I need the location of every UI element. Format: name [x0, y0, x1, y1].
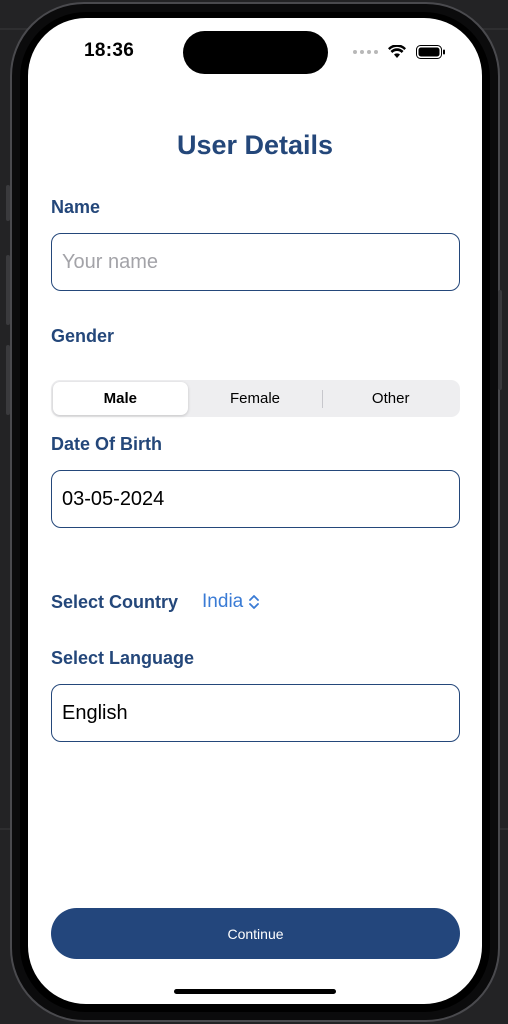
- status-bar: 18:36: [28, 18, 482, 82]
- page-title: User Details: [176, 130, 334, 160]
- cellular-signal-icon: [353, 50, 378, 54]
- status-icons: [353, 44, 446, 60]
- dynamic-island: [183, 31, 328, 74]
- volume-down-button: [6, 345, 10, 415]
- continue-button[interactable]: Continue: [51, 908, 460, 959]
- mute-switch: [6, 185, 10, 221]
- name-label: Name: [51, 197, 101, 217]
- chevron-up-down-icon: [249, 595, 260, 609]
- name-input[interactable]: [51, 233, 460, 291]
- home-indicator: [174, 989, 336, 994]
- dob-field[interactable]: [51, 470, 460, 528]
- country-picker[interactable]: India: [202, 591, 260, 613]
- gender-segmented-control: Male Female Other: [51, 380, 460, 417]
- language-label: Select Language: [51, 648, 195, 668]
- language-field[interactable]: [51, 684, 460, 742]
- gender-option-male[interactable]: Male: [53, 382, 188, 415]
- gender-option-female[interactable]: Female: [188, 382, 323, 415]
- gender-label: Gender: [51, 326, 115, 346]
- wifi-icon: [388, 45, 406, 58]
- dob-label: Date Of Birth: [51, 434, 163, 454]
- country-label: Select Country: [51, 591, 179, 612]
- country-row: Select Country India: [51, 590, 260, 614]
- gender-option-other[interactable]: Other: [323, 382, 458, 415]
- power-button: [498, 290, 502, 390]
- status-time: 18:36: [84, 40, 135, 61]
- app-screen: 18:36 User Details Name Gender Male Fema…: [28, 18, 482, 1004]
- country-value: India: [202, 591, 244, 612]
- battery-icon: [416, 45, 445, 59]
- volume-up-button: [6, 255, 10, 325]
